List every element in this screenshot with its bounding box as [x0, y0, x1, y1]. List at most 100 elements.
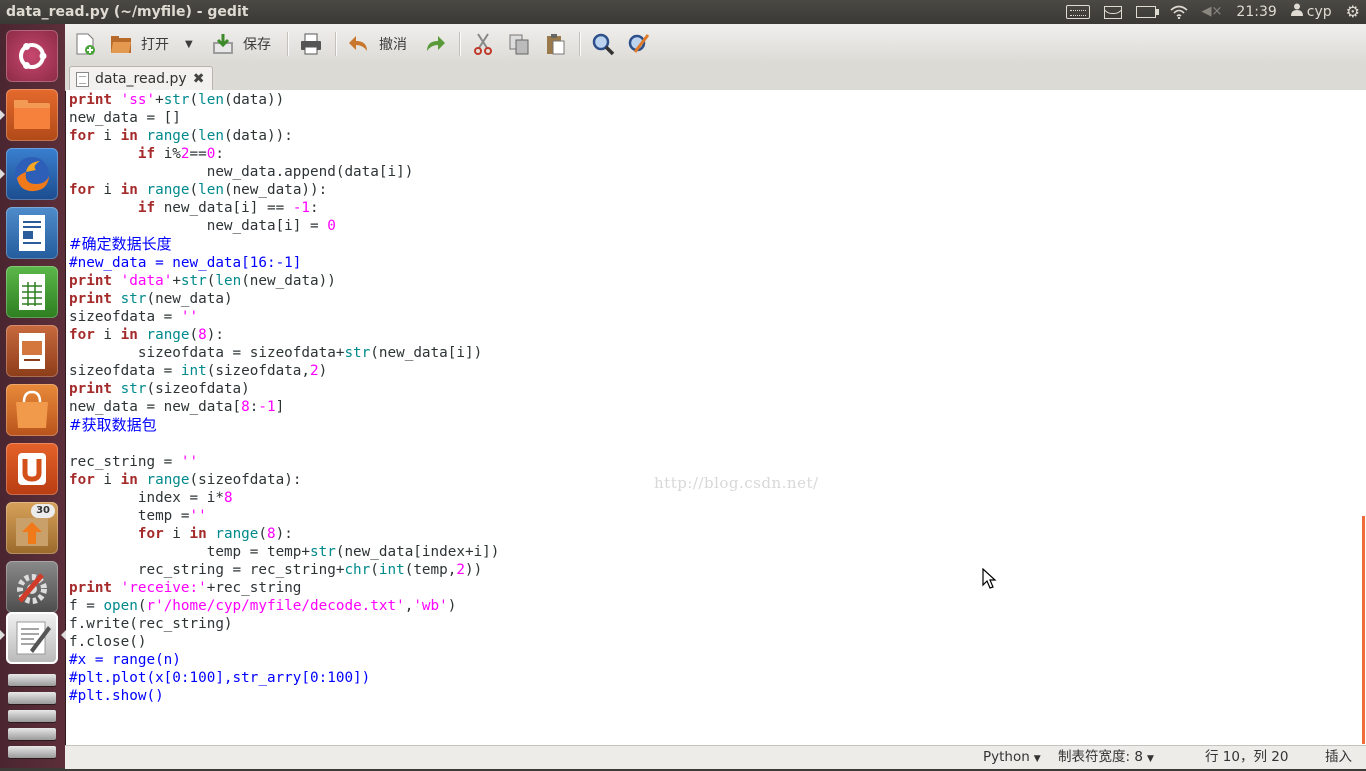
shopping-bag-icon: [6, 390, 58, 440]
code-line[interactable]: sizeofdata = sizeofdata+str(new_data[i]): [69, 345, 482, 361]
redo-button[interactable]: [423, 30, 447, 58]
replace-button[interactable]: [627, 30, 651, 58]
print-button[interactable]: [299, 30, 323, 58]
code-line[interactable]: print 'receive:'+rec_string: [69, 580, 301, 596]
launcher-ubuntu-one[interactable]: [6, 443, 58, 495]
undo-label: 撤消: [379, 37, 407, 53]
volume-muted-icon[interactable]: ◀×: [1202, 0, 1223, 24]
copy-icon: [507, 32, 531, 56]
chevron-down-icon: ▼: [1146, 754, 1154, 764]
close-icon[interactable]: ✖: [193, 71, 205, 87]
cursor-position: 行 10，列 20: [1205, 749, 1289, 765]
launcher-overflow-stack[interactable]: [8, 710, 56, 722]
code-line[interactable]: sizeofdata = int(sizeofdata,2): [69, 363, 327, 379]
document-tabbar: data_read.py ✖: [65, 64, 1366, 91]
search-button[interactable]: [591, 30, 615, 58]
code-line[interactable]: #plt.plot(x[0:100],str_arry[0:100]): [69, 670, 370, 686]
chevron-down-icon: ▼: [1033, 754, 1041, 764]
launcher-overflow-stack[interactable]: [8, 728, 56, 740]
redo-arrow-icon: [423, 32, 447, 56]
code-line[interactable]: print str(sizeofdata): [69, 381, 250, 397]
code-line[interactable]: print 'data'+str(len(new_data)): [69, 273, 336, 289]
user-name: cyp: [1306, 4, 1332, 20]
code-line[interactable]: if i%2==0:: [69, 146, 224, 162]
code-line[interactable]: new_data[i] = 0: [69, 218, 336, 234]
launcher-system-settings[interactable]: [6, 561, 58, 613]
code-line[interactable]: for i in range(8):: [69, 327, 224, 343]
battery-icon[interactable]: [1135, 6, 1159, 18]
code-line[interactable]: if new_data[i] == -1:: [69, 200, 319, 216]
launcher-software-center[interactable]: [6, 384, 58, 436]
save-icon: [211, 32, 235, 56]
launcher: 30: [0, 24, 66, 768]
launcher-ubuntu-dash[interactable]: [6, 30, 58, 82]
cut-button[interactable]: [471, 30, 495, 58]
presentation-icon: [6, 333, 58, 381]
paste-clipboard-icon: [543, 32, 567, 56]
code-line[interactable]: temp = temp+str(new_data[index+i]): [69, 544, 500, 560]
code-line[interactable]: print 'ss'+str(len(data)): [69, 92, 284, 108]
launcher-firefox[interactable]: [6, 148, 58, 200]
save-button[interactable]: 保存: [211, 30, 271, 58]
scrollbar-thumb[interactable]: [1362, 516, 1365, 744]
code-line[interactable]: new_data = []: [69, 110, 181, 126]
code-line[interactable]: new_data.append(data[i]): [69, 164, 414, 180]
mail-icon[interactable]: [1103, 5, 1122, 19]
gear-icon[interactable]: ⚙: [1346, 0, 1360, 24]
launcher-files[interactable]: [6, 89, 58, 141]
language-label: Python: [983, 749, 1030, 765]
launcher-overflow-stack[interactable]: [8, 674, 56, 686]
user-icon: [1290, 0, 1303, 24]
code-line[interactable]: temp ='': [69, 508, 207, 524]
folder-icon: [6, 100, 58, 145]
ubuntu-one-icon: [6, 443, 58, 495]
code-line[interactable]: #x = range(n): [69, 652, 181, 668]
launcher-libreoffice-calc[interactable]: [6, 266, 58, 318]
clock[interactable]: 21:39: [1236, 0, 1276, 24]
undo-button[interactable]: 撤消: [347, 30, 407, 58]
code-line[interactable]: for i in range(8):: [69, 526, 293, 542]
wifi-icon[interactable]: [1170, 5, 1188, 19]
open-recent-dropdown[interactable]: ▼: [185, 30, 193, 58]
launcher-update-manager[interactable]: 30: [6, 502, 58, 554]
launcher-overflow-stack[interactable]: [8, 746, 56, 758]
code-line[interactable]: #new_data = new_data[16:-1]: [69, 255, 301, 271]
code-line[interactable]: f.close(): [69, 634, 146, 650]
code-editor[interactable]: print 'ss'+str(len(data)) new_data = [] …: [66, 90, 1363, 745]
code-line[interactable]: rec_string = rec_string+chr(int(temp,2)): [69, 562, 482, 578]
code-line[interactable]: for i in range(len(new_data)):: [69, 182, 327, 198]
find-replace-icon: [627, 32, 651, 56]
search-icon: [591, 32, 615, 56]
new-document-icon: [73, 32, 97, 56]
launcher-libreoffice-writer[interactable]: [6, 207, 58, 259]
launcher-overflow-stack[interactable]: [8, 692, 56, 704]
code-line[interactable]: f = open(r'/home/cyp/myfile/decode.txt',…: [69, 598, 456, 614]
new-document-button[interactable]: [73, 30, 97, 58]
ubuntu-logo-icon: [6, 43, 58, 86]
launcher-gedit[interactable]: [6, 612, 58, 664]
code-line[interactable]: for i in range(sizeofdata):: [69, 472, 301, 488]
language-selector[interactable]: Python ▼: [983, 746, 1041, 771]
open-button[interactable]: 打开: [109, 30, 169, 58]
code-line[interactable]: sizeofdata = '': [69, 309, 198, 325]
code-text[interactable]: print 'ss'+str(len(data)) new_data = [] …: [69, 91, 499, 705]
code-line[interactable]: #确定数据长度: [69, 235, 172, 253]
code-line[interactable]: rec_string = '': [69, 454, 198, 470]
undo-arrow-icon: [347, 32, 371, 56]
tab-width-selector[interactable]: 制表符宽度: 8 ▼: [1058, 746, 1154, 771]
keyboard-icon[interactable]: [1065, 5, 1090, 19]
code-line[interactable]: for i in range(len(data)):: [69, 128, 293, 144]
code-line[interactable]: f.write(rec_string): [69, 616, 233, 632]
user-menu[interactable]: cyp: [1290, 0, 1332, 24]
launcher-libreoffice-impress[interactable]: [6, 325, 58, 377]
tab-data-read-py[interactable]: data_read.py ✖: [69, 66, 214, 91]
code-line[interactable]: #plt.show(): [69, 688, 164, 704]
code-line[interactable]: new_data = new_data[8:-1]: [69, 399, 284, 415]
vertical-scrollbar[interactable]: [1362, 90, 1366, 745]
copy-button[interactable]: [507, 30, 531, 58]
printer-icon: [299, 32, 323, 56]
paste-button[interactable]: [543, 30, 567, 58]
code-line[interactable]: #获取数据包: [69, 416, 157, 434]
code-line[interactable]: index = i*8: [69, 490, 233, 506]
code-line[interactable]: print str(new_data): [69, 291, 233, 307]
